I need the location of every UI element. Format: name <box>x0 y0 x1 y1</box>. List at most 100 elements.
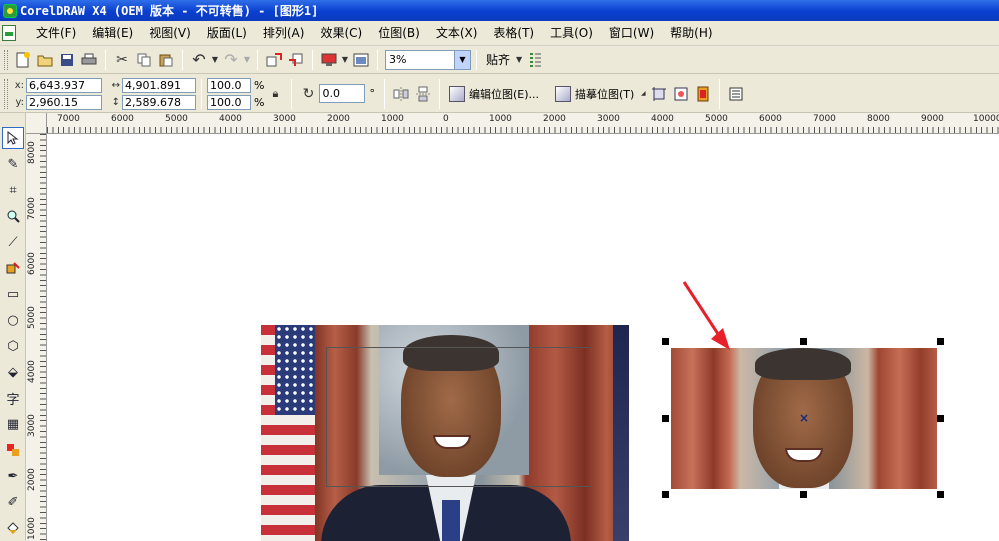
pick-icon[interactable] <box>2 127 24 149</box>
scale-height-input[interactable]: 100.0 <box>207 94 251 110</box>
rotation-angle-input[interactable]: 0.0 <box>319 84 366 103</box>
coreldraw-app-icon[interactable] <box>3 3 17 18</box>
ruler-label: 4000 <box>27 360 37 383</box>
zoom-icon[interactable] <box>2 205 24 227</box>
ruler-label: 4000 <box>651 114 674 124</box>
open-icon[interactable] <box>34 49 56 71</box>
separator <box>476 49 477 70</box>
zoom-dropdown-icon[interactable]: ▼ <box>454 50 470 69</box>
ruler-label: 2000 <box>543 114 566 124</box>
edit-bitmap-button[interactable]: 编辑位图(E)... <box>448 85 539 102</box>
standard-toolbar: ✂ ↶ ▼ ↷ ▼ ▼ 3% ▼ 贴齐 ▼ <box>0 46 999 74</box>
options-icon[interactable] <box>524 49 546 71</box>
ruler-ticks <box>40 134 46 541</box>
drawing-canvas[interactable]: × <box>47 134 999 541</box>
copy-icon[interactable] <box>133 49 155 71</box>
menu-bar: 文件(F) 编辑(E) 视图(V) 版面(L) 排列(A) 效果(C) 位图(B… <box>0 21 999 46</box>
separator <box>438 78 440 109</box>
menu-edit[interactable]: 编辑(E) <box>84 23 141 43</box>
x-label: x: <box>14 79 24 91</box>
wrap-text-icon[interactable] <box>725 83 747 105</box>
width-input[interactable]: 4,901.891 mm <box>122 77 196 105</box>
ruler-label: 1000 <box>381 114 404 124</box>
cut-icon[interactable]: ✂ <box>111 49 133 71</box>
menu-table[interactable]: 表格(T) <box>485 23 542 43</box>
paste-icon[interactable] <box>155 49 177 71</box>
horizontal-ruler[interactable]: 7000 6000 5000 4000 3000 2000 1000 0 100… <box>47 113 999 134</box>
position-fields: x: 6,643.937 mm y: 2,960.15 mm <box>12 77 102 122</box>
basic-shapes-icon[interactable]: ⬙ <box>2 361 24 383</box>
redo-icon[interactable]: ↷ <box>220 49 242 71</box>
scale-width-input[interactable]: 100.0 <box>207 77 251 93</box>
y-position-input[interactable]: 2,960.15 mm <box>26 94 102 122</box>
degree-label: ° <box>369 87 375 100</box>
smart-fill-icon[interactable] <box>2 257 24 279</box>
fill-icon[interactable] <box>2 517 24 539</box>
application-launcher-icon[interactable] <box>318 49 340 71</box>
snap-dropdown-icon[interactable]: ▼ <box>514 55 524 64</box>
interactive-blend-icon[interactable] <box>2 439 24 461</box>
menu-window[interactable]: 窗口(W) <box>601 23 662 43</box>
ruler-label: 6000 <box>27 252 37 275</box>
menu-layout[interactable]: 版面(L) <box>199 23 255 43</box>
text-icon[interactable]: 字 <box>2 387 24 409</box>
shape-icon[interactable]: ✎ <box>2 153 24 175</box>
snap-to-button[interactable]: 贴齐 <box>486 51 510 68</box>
mirror-vertical-icon[interactable] <box>412 83 434 105</box>
menu-bitmaps[interactable]: 位图(B) <box>370 23 428 43</box>
menu-file[interactable]: 文件(F) <box>28 23 84 43</box>
menu-view[interactable]: 视图(V) <box>141 23 199 43</box>
bitmap-color-mask-icon[interactable] <box>692 83 714 105</box>
save-icon[interactable] <box>56 49 78 71</box>
polygon-icon[interactable]: ⬡ <box>2 335 24 357</box>
lock-ratio-icon[interactable]: 🔒︎ <box>264 83 286 105</box>
ruler-label: 8000 <box>27 141 37 164</box>
annotation-arrow <box>682 281 730 350</box>
trace-bitmap-button[interactable]: 描摹位图(T) <box>554 85 634 102</box>
toolbar-grip[interactable] <box>4 49 8 70</box>
menu-arrange[interactable]: 排列(A) <box>255 23 313 43</box>
separator <box>201 78 202 109</box>
vertical-ruler[interactable]: 8000 7000 6000 5000 4000 3000 2000 1000 <box>26 134 47 541</box>
print-icon[interactable] <box>78 49 100 71</box>
separator <box>383 78 385 109</box>
undo-dropdown-icon[interactable]: ▼ <box>210 55 220 64</box>
redo-dropdown-icon[interactable]: ▼ <box>242 55 252 64</box>
table-icon[interactable]: ▦ <box>2 413 24 435</box>
menu-effects[interactable]: 效果(C) <box>312 23 370 43</box>
trace-dropdown-icon[interactable]: ◢ <box>638 90 648 97</box>
ellipse-icon[interactable]: ○ <box>2 309 24 331</box>
propbar-grip[interactable] <box>4 78 8 109</box>
x-position-input[interactable]: 6,643.937 mm <box>26 77 102 105</box>
eyedropper-icon[interactable]: ✒ <box>2 465 24 487</box>
menu-help[interactable]: 帮助(H) <box>662 23 720 43</box>
import-icon[interactable] <box>263 49 285 71</box>
zoom-level-select[interactable]: 3% ▼ <box>385 49 471 70</box>
export-icon[interactable] <box>285 49 307 71</box>
menu-text[interactable]: 文本(X) <box>428 23 486 43</box>
ruler-label: 0 <box>443 114 449 124</box>
scale-fields: 100.0 % 100.0 % <box>207 77 264 110</box>
crop-bitmap-icon[interactable] <box>648 83 670 105</box>
ruler-label: 3000 <box>273 114 296 124</box>
ruler-label: 3000 <box>597 114 620 124</box>
new-icon[interactable] <box>12 49 34 71</box>
undo-icon[interactable]: ↶ <box>188 49 210 71</box>
resample-icon[interactable] <box>670 83 692 105</box>
document-icon[interactable] <box>2 25 16 41</box>
ruler-label: 1000 <box>489 114 512 124</box>
height-input[interactable]: 2,589.678 mm <box>122 94 196 122</box>
mirror-horizontal-icon[interactable] <box>390 83 412 105</box>
launcher-dropdown-icon[interactable]: ▼ <box>340 55 350 64</box>
ruler-label: 7000 <box>57 114 80 124</box>
crop-icon[interactable]: ⌗ <box>2 179 24 201</box>
ruler-origin[interactable] <box>26 113 47 134</box>
rectangle-icon[interactable]: ▭ <box>2 283 24 305</box>
ruler-ticks <box>47 127 999 133</box>
freehand-icon[interactable]: ⟋ <box>2 231 24 253</box>
outline-icon[interactable]: ✐ <box>2 491 24 513</box>
ruler-label: 1000 <box>27 517 37 540</box>
welcome-screen-icon[interactable] <box>350 49 372 71</box>
percent-label: % <box>254 95 265 109</box>
menu-tools[interactable]: 工具(O) <box>542 23 601 43</box>
